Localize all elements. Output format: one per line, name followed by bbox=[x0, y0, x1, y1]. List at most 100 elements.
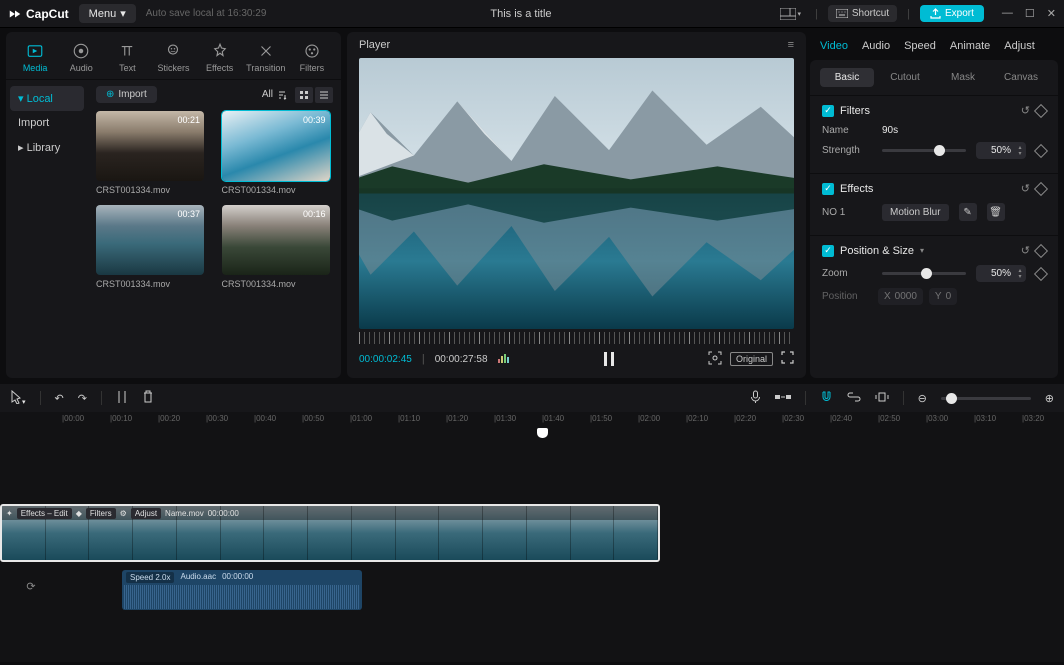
right-tab-audio[interactable]: Audio bbox=[862, 40, 890, 52]
right-tab-speed[interactable]: Speed bbox=[904, 40, 936, 52]
original-badge[interactable]: Original bbox=[730, 352, 773, 366]
tool-tab-text[interactable]: Text bbox=[104, 38, 150, 79]
media-clip[interactable]: 00:37CRST001334.mov bbox=[96, 205, 208, 289]
view-list-icon[interactable] bbox=[315, 87, 333, 103]
filters-checkbox[interactable]: ✓ bbox=[822, 105, 834, 117]
position-section: ✓ Position & Size ▾ ↺ Zoom 50%▴▾ Positio… bbox=[810, 235, 1058, 319]
redo-icon[interactable]: ↷ bbox=[78, 392, 87, 405]
position-checkbox[interactable]: ✓ bbox=[822, 245, 834, 257]
zoom-slider-timeline[interactable] bbox=[941, 397, 1031, 400]
media-panel: MediaAudioTextStickersEffectsTransitionF… bbox=[6, 32, 341, 378]
player-viewport[interactable] bbox=[359, 58, 794, 329]
effects-checkbox[interactable]: ✓ bbox=[822, 183, 834, 195]
player-menu-icon[interactable]: ≡ bbox=[788, 39, 794, 51]
trash-icon[interactable] bbox=[142, 390, 154, 406]
keyframe-icon[interactable] bbox=[1034, 243, 1048, 257]
right-tab-video[interactable]: Video bbox=[820, 40, 848, 52]
minimize-icon[interactable]: — bbox=[1002, 7, 1013, 20]
sort-icon bbox=[277, 90, 287, 100]
undo-icon[interactable]: ↶ bbox=[55, 392, 64, 405]
zoom-value[interactable]: 50%▴▾ bbox=[976, 265, 1026, 282]
split-icon[interactable] bbox=[116, 390, 128, 407]
sidebar-item-library[interactable]: ▸ Library bbox=[6, 135, 88, 160]
track-lock-icon[interactable]: ⟳ bbox=[26, 580, 35, 593]
sidebar-item-local[interactable]: ▾ Local bbox=[10, 86, 84, 111]
position-y[interactable]: Y0 bbox=[929, 288, 957, 305]
link-icon[interactable] bbox=[847, 392, 861, 405]
plus-icon: ⊕ bbox=[106, 89, 114, 100]
preview-trim-icon[interactable] bbox=[875, 391, 889, 406]
strength-value[interactable]: 50%▴▾ bbox=[976, 142, 1026, 159]
media-sidebar: ▾ LocalImport▸ Library bbox=[6, 80, 88, 378]
levels-icon[interactable] bbox=[498, 353, 510, 366]
chevron-down-icon[interactable]: ▾ bbox=[920, 246, 924, 255]
sidebar-item-import[interactable]: Import bbox=[6, 111, 88, 135]
audio-clip[interactable]: Speed 2.0x Audio.aac 00:00:00 bbox=[122, 570, 362, 610]
export-icon bbox=[930, 8, 941, 19]
player-title: Player bbox=[359, 39, 390, 51]
fullscreen-icon[interactable] bbox=[781, 351, 794, 367]
brand-text: CapCut bbox=[26, 7, 69, 21]
subtab-canvas[interactable]: Canvas bbox=[994, 68, 1048, 87]
adjust-badge-icon: ⚙ bbox=[120, 509, 127, 518]
media-clip[interactable]: 00:16CRST001334.mov bbox=[222, 205, 334, 289]
subtab-mask[interactable]: Mask bbox=[936, 68, 990, 87]
edit-icon[interactable]: ✎ bbox=[959, 203, 977, 221]
pointer-tool-icon[interactable]: ▾ bbox=[10, 390, 26, 407]
timeline-body[interactable]: |00:00|00:10|00:20|00:30|00:40|00:50|01:… bbox=[0, 412, 1064, 662]
import-button[interactable]: ⊕ Import bbox=[96, 86, 157, 103]
tool-tab-media[interactable]: Media bbox=[12, 38, 58, 79]
video-clip[interactable]: ✦ Effects – Edit ◆ Filters ⚙ Adjust Name… bbox=[0, 504, 660, 562]
subtab-cutout[interactable]: Cutout bbox=[878, 68, 932, 87]
right-tab-animate[interactable]: Animate bbox=[950, 40, 990, 52]
menu-button[interactable]: Menu ▾ bbox=[79, 4, 136, 23]
time-current: 00:00:02:45 bbox=[359, 354, 412, 365]
close-icon[interactable]: ✕ bbox=[1047, 7, 1056, 20]
pause-button[interactable] bbox=[599, 350, 619, 368]
keyframe-icon[interactable] bbox=[1034, 266, 1048, 280]
magnet-icon[interactable] bbox=[820, 390, 833, 406]
tool-tab-stickers[interactable]: Stickers bbox=[150, 38, 196, 79]
effect-name: Motion Blur bbox=[882, 204, 949, 221]
keyframe-icon[interactable] bbox=[1034, 103, 1048, 117]
zoom-slider[interactable] bbox=[882, 272, 966, 275]
media-area: ⊕ Import All 00:21CRST001334.mov00:39CRS… bbox=[88, 80, 341, 378]
position-x[interactable]: X0000 bbox=[878, 288, 923, 305]
mic-icon[interactable] bbox=[750, 390, 761, 407]
media-clip[interactable]: 00:21CRST001334.mov bbox=[96, 111, 208, 195]
media-clip[interactable]: 00:39CRST001334.mov bbox=[222, 111, 334, 195]
export-button[interactable]: Export bbox=[920, 5, 984, 22]
reset-icon[interactable]: ↺ bbox=[1021, 182, 1030, 195]
delete-icon[interactable]: 🗑 bbox=[987, 203, 1005, 221]
timeline-toolbar: ▾ ↶ ↷ ⊖ ⊕ bbox=[0, 384, 1064, 412]
filters-badge-icon: ◆ bbox=[76, 509, 82, 518]
tool-tab-audio[interactable]: Audio bbox=[58, 38, 104, 79]
time-total: 00:00:27:58 bbox=[435, 354, 488, 365]
tool-tab-effects[interactable]: Effects bbox=[197, 38, 243, 79]
effects-badge-icon: ✦ bbox=[6, 509, 13, 518]
filters-section: ✓ Filters ↺ Name 90s Strength 50%▴▾ bbox=[810, 95, 1058, 173]
sort-dropdown[interactable]: All bbox=[262, 89, 287, 100]
effects-section: ✓ Effects ↺ NO 1 Motion Blur ✎ 🗑 bbox=[810, 173, 1058, 235]
tool-tab-transition[interactable]: Transition bbox=[243, 38, 289, 79]
subtab-basic[interactable]: Basic bbox=[820, 68, 874, 87]
maximize-icon[interactable]: ☐ bbox=[1025, 7, 1035, 20]
right-tab-adjust[interactable]: Adjust bbox=[1004, 40, 1035, 52]
scale-icon[interactable] bbox=[708, 351, 722, 368]
waveform bbox=[124, 585, 360, 609]
keyframe-icon[interactable] bbox=[1034, 143, 1048, 157]
player-ruler[interactable] bbox=[359, 332, 794, 344]
reset-icon[interactable]: ↺ bbox=[1021, 244, 1030, 257]
keyframe-icon[interactable] bbox=[1034, 181, 1048, 195]
strength-slider[interactable] bbox=[882, 149, 966, 152]
main-track-icon[interactable] bbox=[775, 392, 791, 405]
tool-tab-filters[interactable]: Filters bbox=[289, 38, 335, 79]
time-ruler[interactable]: |00:00|00:10|00:20|00:30|00:40|00:50|01:… bbox=[62, 412, 1064, 428]
view-grid-icon[interactable] bbox=[295, 87, 313, 103]
reset-icon[interactable]: ↺ bbox=[1021, 104, 1030, 117]
layout-icon[interactable]: ▾ bbox=[776, 6, 806, 22]
project-title[interactable]: This is a title bbox=[276, 8, 765, 20]
shortcut-button[interactable]: Shortcut bbox=[828, 5, 897, 22]
zoom-in-icon[interactable]: ⊕ bbox=[1045, 392, 1054, 405]
zoom-out-icon[interactable]: ⊖ bbox=[918, 392, 927, 405]
